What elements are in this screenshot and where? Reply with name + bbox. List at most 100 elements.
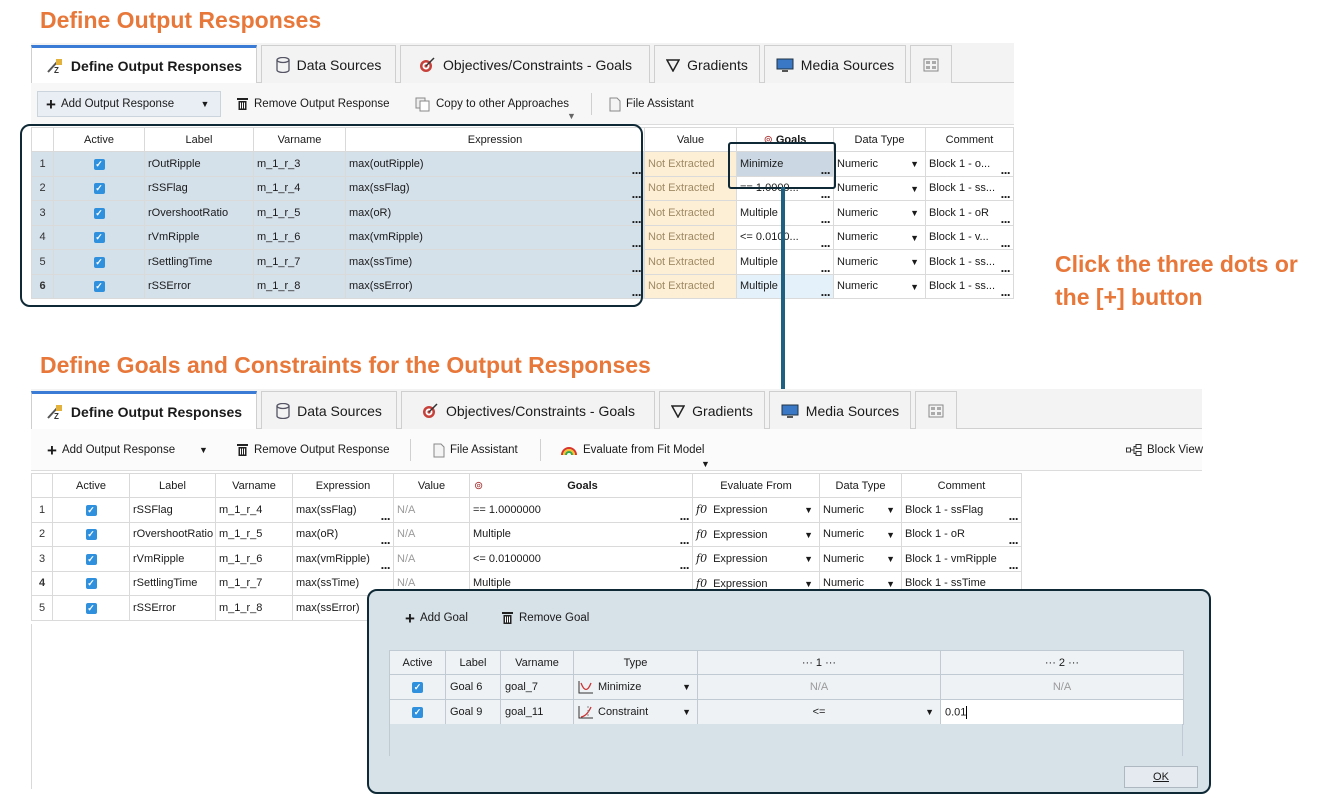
varname-cell[interactable]: m_1_r_8	[215, 595, 293, 621]
active-cell[interactable]: ✓	[389, 699, 446, 725]
dropdown-arrow-icon[interactable]: ▼	[910, 257, 919, 267]
more-options-icon[interactable]: ...	[821, 285, 831, 298]
tab-define-output-responses[interactable]: Z Define Output Responses	[31, 45, 257, 84]
label-cell[interactable]: Goal 9	[445, 699, 501, 725]
col-header-data-type[interactable]: Data Type	[833, 127, 926, 152]
more-options-icon[interactable]: ...	[1001, 163, 1011, 176]
dropdown-arrow-icon[interactable]: ▼	[910, 208, 919, 218]
more-options-icon[interactable]: ...	[1001, 212, 1011, 225]
evaluate-from-cell[interactable]: f0 Expression ▼	[692, 497, 820, 523]
file-assistant-button[interactable]: File Assistant	[433, 437, 518, 463]
tab-grid-view[interactable]	[915, 391, 957, 429]
param-2-cell[interactable]: N/A	[940, 674, 1184, 700]
remove-goal-button[interactable]: Remove Goal	[501, 605, 589, 631]
checkbox-checked-icon[interactable]: ✓	[412, 707, 423, 718]
tab-gradients[interactable]: Gradients	[654, 45, 760, 83]
tab-gradients[interactable]: Gradients	[659, 391, 765, 429]
dropdown-arrow-icon[interactable]: ▼	[804, 530, 813, 540]
evaluate-from-cell[interactable]: f0 Expression ▼	[692, 521, 820, 547]
copy-dropdown-icon[interactable]: ▼	[567, 111, 576, 121]
varname-cell[interactable]: m_1_r_7	[215, 570, 293, 596]
more-options-icon[interactable]: ...	[680, 558, 690, 571]
col-header-data-type[interactable]: Data Type	[819, 473, 902, 498]
more-options-icon[interactable]: ...	[821, 261, 831, 274]
active-cell[interactable]: ✓	[52, 521, 130, 547]
comment-cell[interactable]: Block 1 - v......	[925, 224, 1014, 250]
varname-cell[interactable]: m_1_r_4	[215, 497, 293, 523]
dropdown-arrow-icon[interactable]: ▼	[910, 233, 919, 243]
col-header-active[interactable]: Active	[389, 650, 446, 675]
data-type-cell[interactable]: Numeric ▼	[819, 546, 902, 572]
add-output-response-button[interactable]: + Add Output Response	[47, 437, 175, 463]
label-cell[interactable]: rVmRipple	[129, 546, 216, 572]
more-options-icon[interactable]: ...	[680, 533, 690, 546]
more-options-icon[interactable]: ...	[1001, 285, 1011, 298]
more-options-icon[interactable]: ...	[1001, 187, 1011, 200]
col-header-label[interactable]: Label	[445, 650, 501, 675]
more-options-icon[interactable]: ...	[381, 509, 391, 522]
label-cell[interactable]: Goal 6	[445, 674, 501, 700]
table-row[interactable]: 1 ✓ rSSFlag m_1_r_4 max(ssFlag)... N/A =…	[31, 497, 1022, 523]
dropdown-arrow-icon[interactable]: ▼	[886, 505, 895, 515]
comment-cell[interactable]: Block 1 - ss......	[925, 273, 1014, 299]
col-header-param-1[interactable]: ··· 1 ···	[697, 650, 941, 675]
more-options-icon[interactable]: ...	[680, 509, 690, 522]
table-row[interactable]: 2 ✓ rOvershootRatio m_1_r_5 max(oR)... N…	[31, 521, 1022, 547]
evaluate-from-fit-model-button[interactable]: Evaluate from Fit Model	[560, 437, 704, 463]
label-cell[interactable]: rSettlingTime	[129, 570, 216, 596]
col-header-value[interactable]: Value	[393, 473, 470, 498]
comment-cell[interactable]: Block 1 - o......	[925, 151, 1014, 177]
block-view-button[interactable]: Block View	[1126, 437, 1203, 463]
col-header-goals[interactable]: ⊚ Goals	[469, 473, 693, 498]
more-options-icon[interactable]: ...	[1009, 533, 1019, 546]
goals-cell[interactable]: <= 0.0100......	[736, 224, 834, 250]
copy-to-other-approaches-button[interactable]: Copy to other Approaches	[415, 91, 569, 117]
goals-cell[interactable]: Multiple...	[469, 521, 693, 547]
data-type-cell[interactable]: Numeric ▼	[833, 175, 926, 201]
checkbox-checked-icon[interactable]: ✓	[85, 504, 97, 516]
tab-grid-view[interactable]	[910, 45, 952, 83]
checkbox-checked-icon[interactable]: ✓	[85, 602, 97, 614]
tab-data-sources[interactable]: Data Sources	[261, 45, 396, 83]
evaluate-dropdown-icon[interactable]: ▼	[701, 459, 710, 469]
dropdown-arrow-icon[interactable]: ▼	[804, 579, 813, 589]
more-options-icon[interactable]: ...	[821, 212, 831, 225]
goals-cell[interactable]: Multiple...	[736, 200, 834, 226]
data-type-cell[interactable]: Numeric ▼	[833, 200, 926, 226]
more-options-icon[interactable]: ...	[381, 558, 391, 571]
data-type-cell[interactable]: Numeric ▼	[833, 224, 926, 250]
data-type-cell[interactable]: Numeric ▼	[819, 497, 902, 523]
col-header-comment[interactable]: Comment	[901, 473, 1022, 498]
goal-row[interactable]: ✓ Goal 6 goal_7 Minimize ▼ N/A N/A	[389, 674, 1184, 700]
data-type-cell[interactable]: Numeric ▼	[833, 151, 926, 177]
col-header-value[interactable]: Value	[644, 127, 737, 152]
col-header-param-2[interactable]: ··· 2 ···	[940, 650, 1184, 675]
varname-cell[interactable]: m_1_r_5	[215, 521, 293, 547]
active-cell[interactable]: ✓	[52, 570, 130, 596]
goals-cell[interactable]: Multiple...	[736, 249, 834, 275]
active-cell[interactable]: ✓	[52, 595, 130, 621]
dropdown-arrow-icon[interactable]: ▼	[886, 579, 895, 589]
dropdown-arrow-icon[interactable]: ▼	[804, 554, 813, 564]
active-cell[interactable]: ✓	[389, 674, 446, 700]
col-header-varname[interactable]: Varname	[215, 473, 293, 498]
dropdown-arrow-icon[interactable]: ▼	[804, 505, 813, 515]
tab-data-sources[interactable]: Data Sources	[261, 391, 397, 429]
dropdown-arrow-icon[interactable]: ▼	[886, 554, 895, 564]
more-options-icon[interactable]: ...	[381, 533, 391, 546]
add-dropdown-button[interactable]: ▼	[193, 91, 217, 117]
dropdown-arrow-icon[interactable]: ▼	[682, 682, 691, 692]
comment-cell[interactable]: Block 1 - ss......	[925, 249, 1014, 275]
goals-cell[interactable]: == 1.0000000...	[469, 497, 693, 523]
table-row[interactable]: 3 ✓ rVmRipple m_1_r_6 max(vmRipple)... N…	[31, 546, 1022, 572]
col-header-expression[interactable]: Expression	[292, 473, 394, 498]
dropdown-arrow-icon[interactable]: ▼	[910, 159, 919, 169]
col-header-comment[interactable]: Comment	[925, 127, 1014, 152]
param-1-cell[interactable]: <= ▼	[697, 699, 941, 725]
active-cell[interactable]: ✓	[52, 497, 130, 523]
checkbox-checked-icon[interactable]: ✓	[85, 529, 97, 541]
varname-cell[interactable]: m_1_r_6	[215, 546, 293, 572]
add-goal-button[interactable]: + Add Goal	[405, 605, 468, 631]
ok-button[interactable]: OK	[1124, 766, 1198, 788]
more-options-icon[interactable]: ...	[1009, 509, 1019, 522]
